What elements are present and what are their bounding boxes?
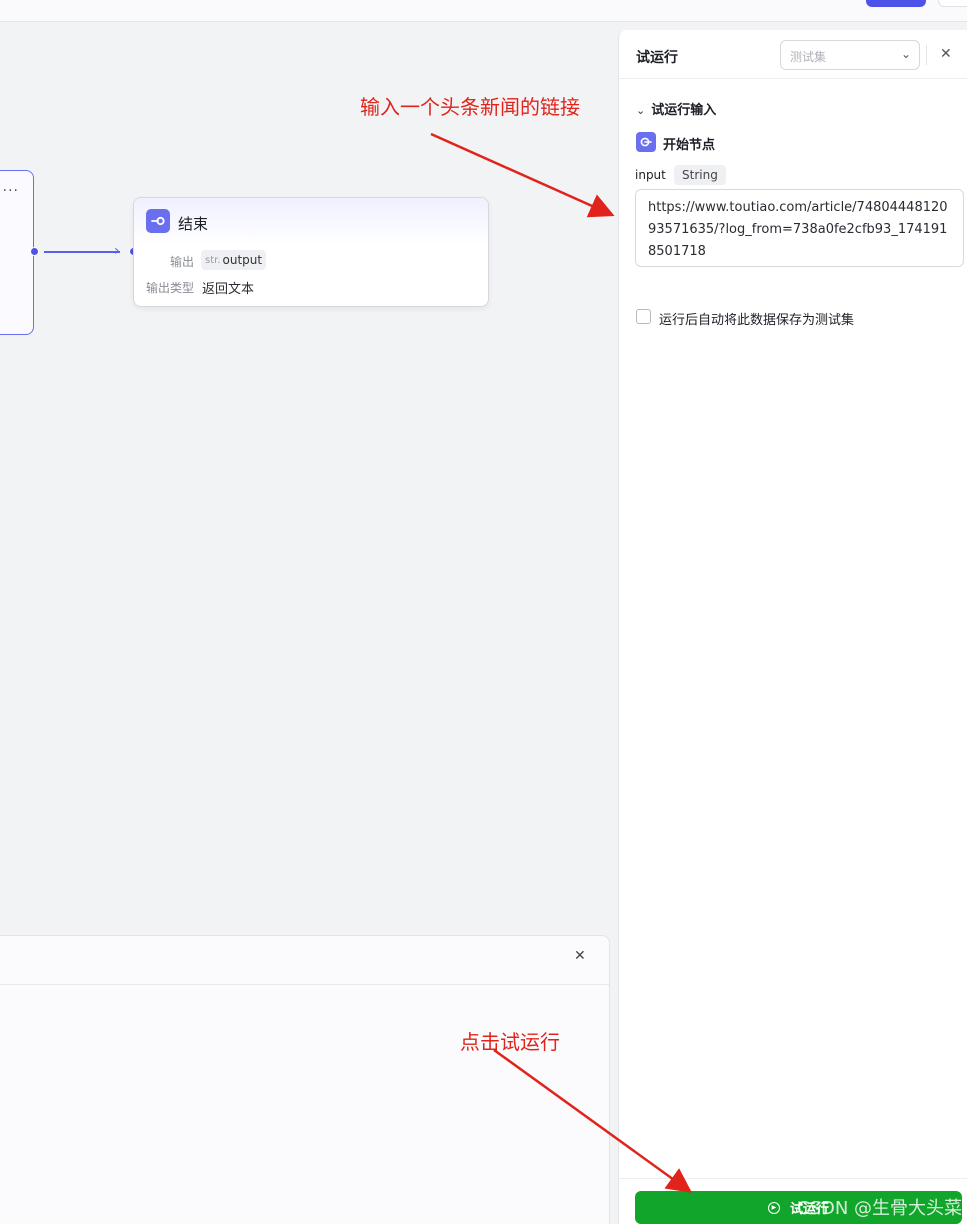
output-variable-tag: str. output: [201, 250, 267, 270]
annotation-input-hint: 输入一个头条新闻的链接: [360, 95, 580, 119]
previous-node[interactable]: ···: [0, 170, 34, 335]
input-field-name: input: [635, 168, 666, 182]
top-header-bar: [0, 0, 967, 22]
end-node-title: 结束: [178, 215, 209, 233]
header-divider: [926, 45, 927, 65]
start-node-label: 开始节点: [663, 138, 716, 153]
test-run-panel: 试运行 测试集 ⌄ ✕ ⌄ 试运行输入 开始节点 input String htt…: [618, 30, 967, 1224]
panel-footer-divider: [619, 1178, 967, 1179]
bottom-panel-close-icon[interactable]: ✕: [574, 948, 586, 964]
save-testset-label: 运行后自动将此数据保存为测试集: [659, 313, 855, 328]
output-port[interactable]: [30, 247, 39, 256]
connection-edge: [44, 251, 120, 253]
header-primary-button[interactable]: [866, 0, 926, 7]
output-label: 输出: [170, 255, 195, 269]
close-icon[interactable]: ✕: [940, 46, 952, 62]
watermark: CSDN @生骨大头菜: [797, 1198, 963, 1219]
header-secondary-button[interactable]: [938, 0, 967, 7]
panel-header-divider: [619, 78, 967, 79]
panel-title: 试运行: [636, 50, 678, 66]
chevron-down-icon: ⌄: [636, 104, 646, 117]
output-type-label: 输出类型: [146, 281, 195, 295]
type-prefix: str.: [205, 254, 221, 266]
save-testset-checkbox[interactable]: [636, 309, 651, 324]
end-node[interactable]: 结束 输出 str. output 输出类型 返回文本: [133, 197, 489, 307]
output-type-value: 返回文本: [202, 282, 255, 297]
testset-placeholder: 测试集: [790, 50, 827, 64]
play-icon: ▶: [767, 1201, 780, 1214]
testset-select[interactable]: 测试集 ⌄: [780, 40, 920, 70]
bottom-panel-header: [0, 936, 609, 985]
annotation-run-hint: 点击试运行: [460, 1030, 560, 1054]
chevron-down-icon: ⌄: [900, 47, 911, 61]
input-value-field[interactable]: https://www.toutiao.com/article/74804448…: [635, 189, 964, 267]
node-more-icon[interactable]: ···: [3, 183, 19, 199]
edge-arrow-icon: ›: [114, 243, 120, 259]
input-field-type: String: [674, 165, 726, 185]
output-variable-name: output: [222, 253, 263, 267]
end-node-icon: [146, 209, 170, 233]
test-input-section-toggle[interactable]: ⌄ 试运行输入: [636, 99, 716, 118]
start-node-icon: [636, 132, 656, 152]
bottom-log-panel: [0, 935, 610, 1224]
section-title: 试运行输入: [651, 103, 717, 118]
